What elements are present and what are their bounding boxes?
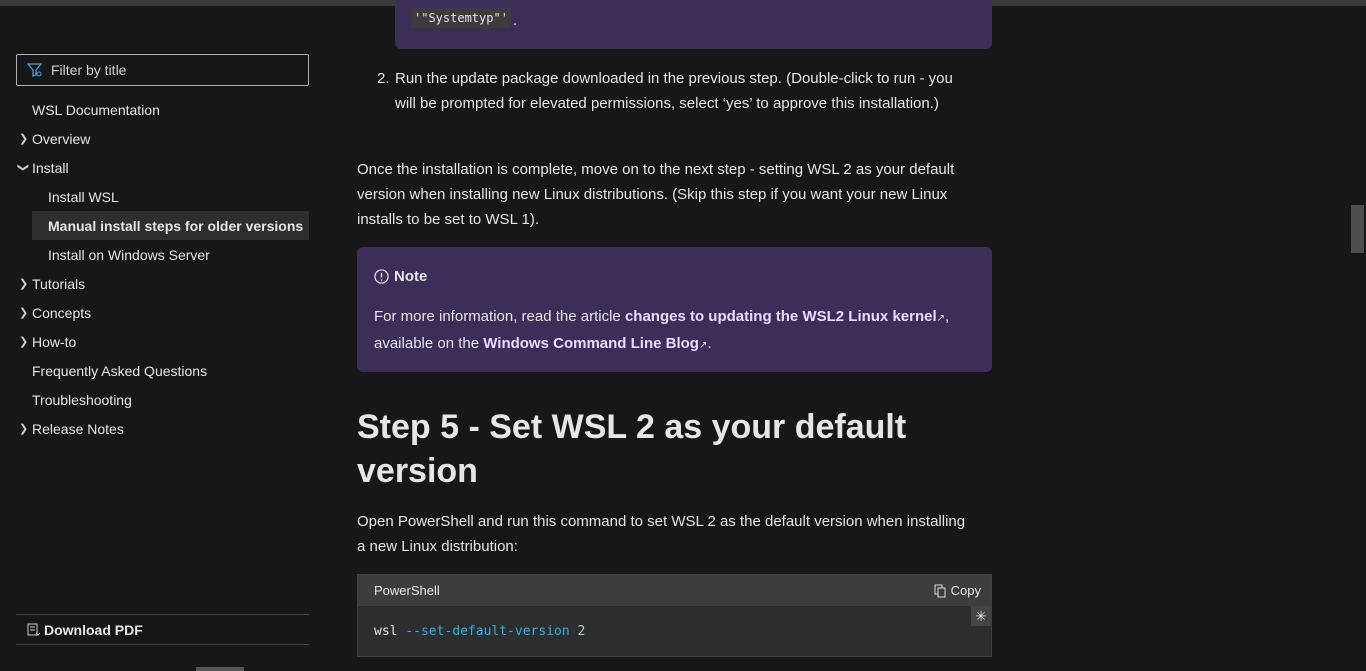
pdf-icon [27, 623, 40, 636]
horizontal-scrollbar[interactable] [196, 667, 244, 671]
note-text: For more information, read the article [374, 308, 625, 325]
toc-label: Tutorials [32, 275, 86, 292]
toc-label: Troubleshooting [32, 391, 132, 408]
toc-item-tutorials[interactable]: ❯ Tutorials [16, 269, 309, 298]
toc-label: Manual install steps for older versions [48, 217, 304, 234]
toc-label: Release Notes [32, 420, 124, 437]
period: . [513, 12, 518, 29]
code-cmd: wsl [374, 624, 398, 639]
paragraph: Open PowerShell and run this command to … [357, 513, 966, 555]
toc-label: Install WSL [48, 188, 119, 205]
code-flag: --set-default-version [405, 624, 570, 639]
note-body: For more information, read the article c… [374, 304, 975, 358]
note-text: . [707, 335, 712, 352]
toc-item-wsl-documentation[interactable]: WSL Documentation [16, 95, 309, 124]
list-text: Run the update package downloaded in the… [395, 70, 953, 112]
alert-box: '"Systemtyp"' . [395, 0, 992, 49]
toc-item-install[interactable]: ❯ Install [16, 153, 309, 182]
toc-label: WSL Documentation [32, 101, 160, 118]
copy-label: Copy [950, 583, 981, 598]
toc-label: Install on Windows Server [48, 246, 210, 263]
toc-label: Overview [32, 130, 91, 147]
toc-nav: WSL Documentation ❯ Overview ❯ Install Ins… [16, 95, 309, 443]
toc-label: Install [32, 159, 69, 176]
chevron-right-icon: ❯ [19, 278, 29, 290]
link-command-line-blog[interactable]: Windows Command Line Blog [483, 335, 699, 352]
toc-item-faq[interactable]: Frequently Asked Questions [16, 356, 309, 385]
list-number: 2. [377, 70, 390, 87]
toc-item-concepts[interactable]: ❯ Concepts [16, 298, 309, 327]
chevron-right-icon: ❯ [19, 307, 29, 319]
toc-item-release-notes[interactable]: ❯ Release Notes [16, 414, 309, 443]
info-icon [374, 269, 389, 284]
note-box: Note For more information, read the arti… [357, 247, 992, 372]
paragraph: Once the installation is complete, move … [357, 161, 955, 228]
scrollbar-thumb[interactable] [1351, 205, 1364, 253]
code-language: PowerShell [374, 583, 440, 598]
inline-code: '"Systemtyp"' [411, 8, 511, 28]
toc-item-manual-install[interactable]: Manual install steps for older versions [32, 211, 309, 240]
sidebar: Filter by title WSL Documentation ❯ Overv… [16, 54, 309, 443]
chevron-right-icon: ❯ [19, 423, 29, 435]
copy-icon [934, 584, 946, 597]
download-pdf-button[interactable]: Download PDF [16, 614, 309, 645]
toc-label: How-to [32, 333, 77, 350]
code-arg: 2 [577, 624, 586, 639]
toc-item-install-windows-server[interactable]: Install on Windows Server [16, 240, 309, 269]
download-pdf-label: Download PDF [44, 621, 143, 638]
toc-item-overview[interactable]: ❯ Overview [16, 124, 309, 153]
note-title: Note [374, 264, 975, 289]
code-header: PowerShell Copy [358, 575, 991, 606]
filter-placeholder: Filter by title [51, 62, 127, 78]
section-heading: Step 5 - Set WSL 2 as your default versi… [357, 408, 907, 490]
sparkle-icon[interactable]: ✳ [971, 606, 991, 626]
link-wsl2-kernel[interactable]: changes to updating the WSL2 Linux kerne… [625, 308, 937, 325]
toc-item-troubleshooting[interactable]: Troubleshooting [16, 385, 309, 414]
copy-button[interactable]: Copy [934, 578, 981, 603]
chevron-right-icon: ❯ [19, 336, 29, 348]
external-link-icon: ↗ [936, 313, 946, 324]
toc-label: Frequently Asked Questions [32, 362, 208, 379]
chevron-right-icon: ❯ [19, 133, 29, 145]
code-block: PowerShell Copy ✳ wsl --set-default-vers… [357, 574, 992, 657]
toc-label: Concepts [32, 304, 92, 321]
code-content: wsl --set-default-version 2 [358, 606, 991, 657]
toc-item-how-to[interactable]: ❯ How-to [16, 327, 309, 356]
filter-icon [27, 63, 43, 77]
note-title-text: Note [394, 268, 428, 285]
filter-input[interactable]: Filter by title [16, 54, 309, 86]
vertical-scrollbar[interactable] [1350, 6, 1366, 671]
toc-item-install-wsl[interactable]: Install WSL [16, 182, 309, 211]
chevron-down-icon: ❯ [17, 162, 30, 173]
